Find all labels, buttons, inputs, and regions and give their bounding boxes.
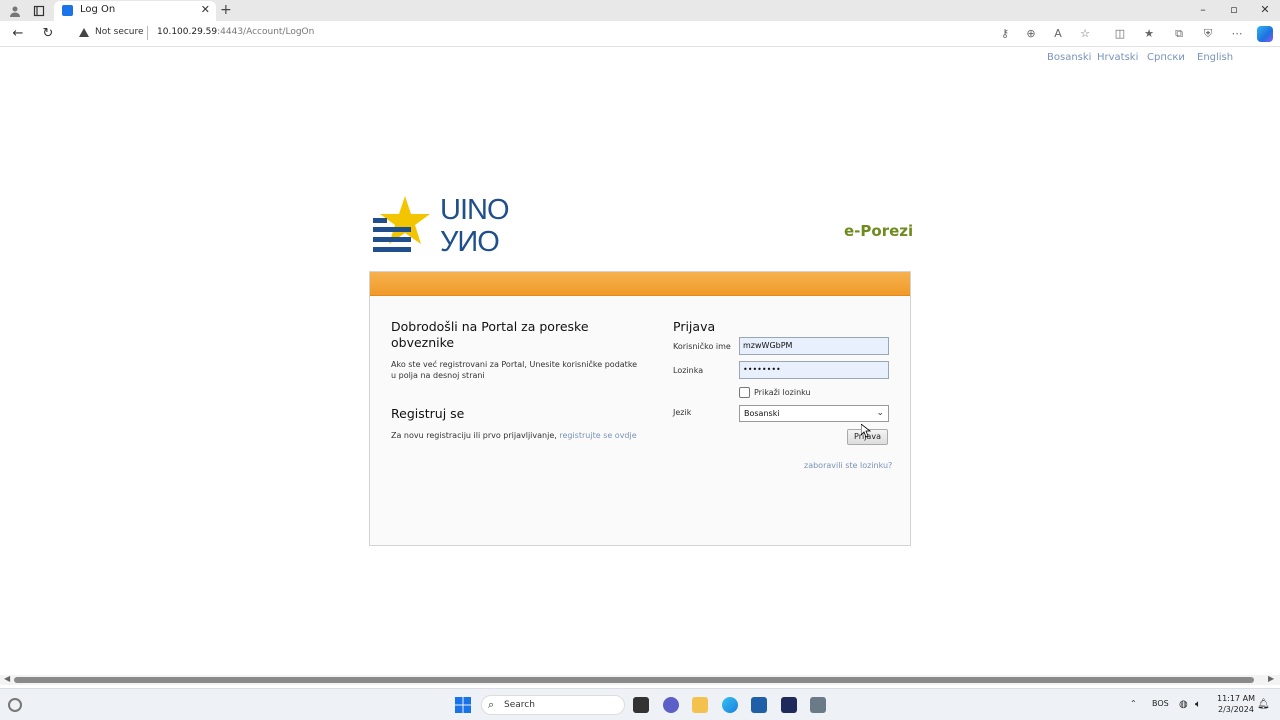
new-tab-icon[interactable]: + [220, 2, 232, 18]
favorites-icon[interactable]: ★ [1142, 27, 1156, 40]
close-window-icon[interactable]: ✕ [1255, 3, 1275, 16]
edge-browser-icon[interactable] [722, 697, 738, 713]
close-tab-icon[interactable]: ✕ [201, 3, 210, 16]
copilot-icon[interactable] [1257, 26, 1273, 42]
app-name: e-Porezi [844, 222, 914, 240]
welcome-title: Dobrodošli na Portal za poreske obveznik… [391, 319, 589, 350]
uino-logo: UINO УИО [372, 194, 522, 262]
taskbar-search[interactable]: ⌕ Search [481, 695, 625, 715]
zoom-icon[interactable]: ⊕ [1024, 27, 1038, 40]
address-bar: ← ↻ Not secure 10.100.29.59:4443/Account… [0, 21, 1280, 47]
widgets-icon[interactable] [8, 698, 22, 712]
tab-log-on[interactable]: Log On ✕ [54, 1, 216, 21]
page-favicon-icon [62, 5, 73, 16]
language-select-value: Bosanski [744, 409, 780, 418]
url-field[interactable]: 10.100.29.59:4443/Account/LogOn [157, 27, 314, 37]
security-label[interactable]: Not secure [95, 27, 144, 37]
volume-icon[interactable]: 🔈︎ [1195, 699, 1201, 710]
lang-english-link[interactable]: English [1197, 52, 1233, 63]
remote-desktop-icon[interactable] [810, 697, 826, 713]
back-arrow-icon[interactable]: ← [10, 26, 26, 41]
language-label: Jezik [673, 408, 692, 417]
scrollbar-thumb[interactable] [14, 677, 1254, 683]
tab-title: Log On [80, 4, 116, 15]
logo-text-latin: UINO [440, 194, 509, 226]
scroll-right-icon[interactable]: ▶ [1268, 674, 1274, 683]
system-clock[interactable]: 11:17 AM 2/3/2024 [1217, 693, 1255, 715]
mouse-cursor-icon [861, 424, 871, 438]
password-input[interactable]: •••••••• [739, 361, 889, 379]
extensions-icon[interactable]: ⛨ [1201, 27, 1215, 41]
username-label: Korisničko ime [673, 342, 731, 351]
language-select[interactable]: Bosanski ⌄ [739, 405, 889, 422]
chat-icon[interactable] [663, 697, 679, 713]
url-separator [147, 26, 148, 40]
login-panel: Dobrodošli na Portal za poreske obveznik… [369, 271, 911, 546]
warning-icon[interactable] [79, 28, 89, 37]
register-title: Registruj se [391, 406, 465, 421]
login-title: Prijava [673, 319, 716, 334]
task-view-icon[interactable] [633, 697, 649, 713]
browser-tab-bar: Log On ✕ + – ▫ ✕ [0, 0, 1280, 21]
more-menu-icon[interactable]: ⋯ [1230, 27, 1244, 40]
notification-bell-icon[interactable]: 🔔︎ [1257, 699, 1270, 710]
store-icon[interactable] [751, 697, 767, 713]
register-text-prefix: Za novu registraciju ili prvo prijavljiv… [391, 431, 560, 440]
key-icon[interactable]: ⚷ [998, 27, 1012, 40]
horizontal-scrollbar[interactable]: ◀ ▶ [0, 674, 1280, 685]
restore-icon[interactable]: ▫ [1224, 3, 1244, 16]
input-language[interactable]: BOS [1152, 699, 1169, 708]
logo-text-cyrillic: УИО [440, 226, 500, 258]
show-password-label[interactable]: Prikaži lozinku [754, 388, 811, 397]
lang-bosanski-link[interactable]: Bosanski [1047, 52, 1091, 63]
register-link[interactable]: registrujte se ovdje [559, 431, 636, 440]
start-windows-icon[interactable] [455, 697, 471, 713]
collections-icon[interactable]: ⧉ [1172, 27, 1186, 41]
panel-header-bar [370, 272, 910, 296]
scroll-left-icon[interactable]: ◀ [4, 674, 10, 683]
password-label: Lozinka [673, 366, 704, 375]
taskbar: ⌕ Search ⌃ BOS ◍ 🔈︎ 11:17 AM 2/3/2024 🔔︎ [0, 688, 1280, 720]
welcome-subtitle: Ako ste već registrovani za Portal, Unes… [391, 360, 638, 380]
favorite-star-icon[interactable]: ☆ [1078, 27, 1092, 40]
register-text: Za novu registraciju ili prvo prijavljiv… [391, 431, 637, 440]
split-screen-icon[interactable]: ◫ [1113, 27, 1127, 40]
file-explorer-icon[interactable] [692, 697, 708, 713]
url-path: :4443/Account/LogOn [217, 27, 315, 37]
show-password-checkbox[interactable] [739, 387, 750, 398]
profile-icon[interactable] [7, 3, 23, 19]
minimize-icon[interactable]: – [1193, 3, 1213, 16]
tab-actions-icon[interactable] [31, 3, 47, 19]
lang-srpski-link[interactable]: Српски [1147, 52, 1185, 63]
app-icon[interactable] [781, 697, 797, 713]
clock-date: 2/3/2024 [1218, 705, 1254, 714]
read-aloud-icon[interactable]: A [1051, 27, 1065, 40]
chevron-down-icon: ⌄ [876, 408, 884, 418]
forgot-password-link[interactable]: zaboravili ste lozinku? [804, 461, 892, 470]
lang-hrvatski-link[interactable]: Hrvatski [1097, 52, 1138, 63]
search-icon: ⌕ [488, 698, 495, 711]
clock-time: 11:17 AM [1217, 694, 1255, 703]
taskbar-search-label: Search [504, 700, 535, 710]
username-input[interactable]: mzwWGbPM [739, 337, 889, 355]
refresh-icon[interactable]: ↻ [40, 26, 56, 41]
tray-chevron-up-icon[interactable]: ⌃ [1130, 699, 1137, 708]
url-host: 10.100.29.59 [157, 27, 218, 37]
network-icon[interactable]: ◍ [1179, 699, 1188, 710]
